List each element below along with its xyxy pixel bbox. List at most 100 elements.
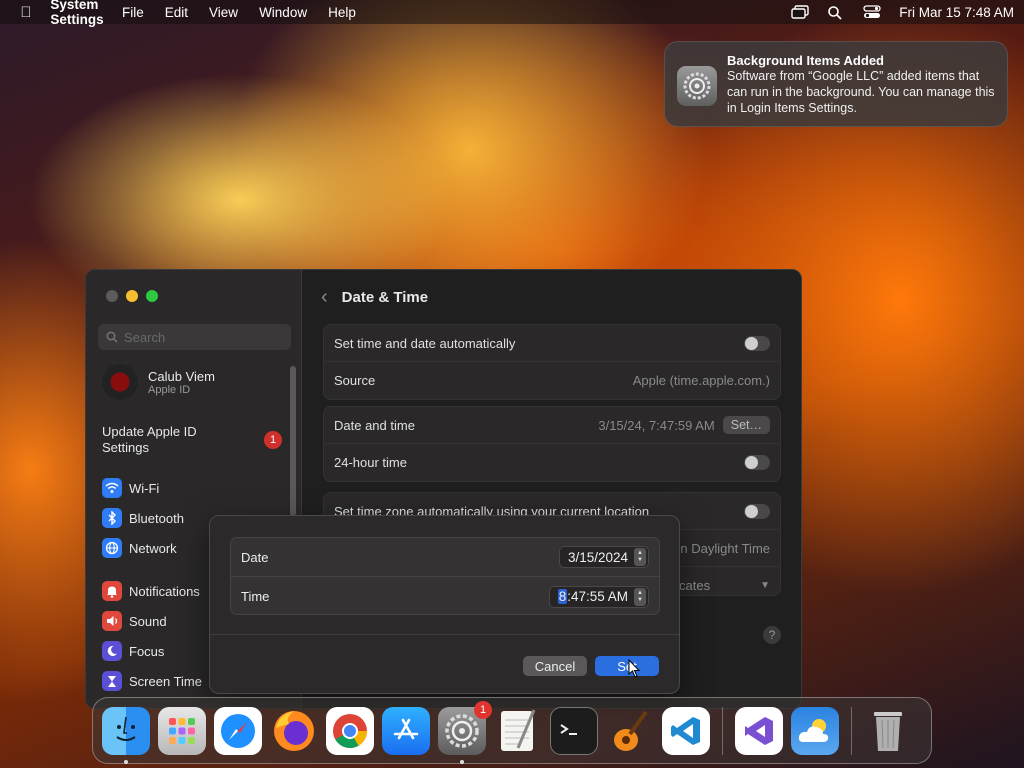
date-time-label: Date and time xyxy=(334,417,415,433)
back-chevron-icon[interactable]: ‹ xyxy=(321,286,328,309)
menu-clock[interactable]: Fri Mar 15 7:48 AM xyxy=(899,5,1014,20)
dock-trash[interactable] xyxy=(864,707,912,755)
sidebar-scrollbar[interactable] xyxy=(290,366,296,516)
time-row: Time 8 :47:55 AM ▲ ▼ xyxy=(231,577,659,616)
bell-icon xyxy=(102,581,122,601)
date-time-row: Date and time 3/15/24, 7:47:59 AM Set… xyxy=(324,407,780,444)
page-title: Date & Time xyxy=(341,288,429,306)
dock-system-settings[interactable]: 1 xyxy=(438,700,492,764)
time-hour-field[interactable]: 8 xyxy=(557,589,568,604)
notification-banner[interactable]: Background Items Added Software from “Go… xyxy=(664,41,1008,127)
sidebar-item-label: Focus xyxy=(129,643,165,659)
dock-garageband[interactable] xyxy=(606,707,654,755)
date-stepper[interactable]: 3/15/2024 ▲ ▼ xyxy=(558,546,649,568)
menu-help[interactable]: Help xyxy=(328,5,356,20)
sidebar-item-sound[interactable]: Sound xyxy=(102,611,167,631)
dock-firefox[interactable] xyxy=(270,707,318,755)
date-label: Date xyxy=(241,549,269,565)
minimize-button[interactable] xyxy=(126,290,138,302)
date-value[interactable]: 3/15/2024 xyxy=(568,550,628,565)
dock-chrome[interactable] xyxy=(326,706,374,755)
dock-terminal[interactable] xyxy=(550,706,598,755)
sidebar-item-label: Network xyxy=(129,540,177,556)
hour24-toggle[interactable] xyxy=(744,455,770,470)
sidebar-item-wifi[interactable]: Wi-Fi xyxy=(102,478,159,498)
system-settings-gear-icon xyxy=(677,66,717,106)
textedit-icon xyxy=(501,708,536,751)
chevron-down-icon[interactable]: ▼ xyxy=(760,580,770,591)
dock-vscode[interactable] xyxy=(662,706,710,755)
close-button[interactable] xyxy=(106,290,118,302)
stepper-arrows-icon[interactable]: ▲ ▼ xyxy=(634,548,646,566)
tz-partial-city[interactable]: cates xyxy=(679,578,710,593)
dock-visual-studio[interactable] xyxy=(735,706,783,755)
menu-window[interactable]: Window xyxy=(259,5,307,20)
vscode-icon xyxy=(671,716,700,745)
set-auto-toggle[interactable] xyxy=(744,335,770,351)
set-auto-row: Set time and date automatically xyxy=(324,325,780,362)
search-icon xyxy=(106,331,118,343)
dock-launchpad[interactable] xyxy=(158,706,206,755)
time-rest-field[interactable]: :47:55 AM xyxy=(567,589,628,604)
running-indicator xyxy=(460,759,464,764)
sidebar-item-label: Wi-Fi xyxy=(129,480,160,496)
hour24-label: 24-hour time xyxy=(334,455,407,470)
set-date-time-dialog: Date 3/15/2024 ▲ ▼ Time 8 :47:55 AM ▲ ▼ Ca… xyxy=(209,515,680,694)
date-time-value: 3/15/24, 7:47:59 AM xyxy=(598,417,715,433)
dock-divider xyxy=(722,706,723,755)
dock-app-store[interactable] xyxy=(382,706,430,755)
source-value[interactable]: Apple (time.apple.com.) xyxy=(633,373,770,388)
sidebar-item-label: Notifications xyxy=(129,583,200,599)
source-row: Source Apple (time.apple.com.) xyxy=(324,362,780,399)
notification-title: Background Items Added xyxy=(727,53,884,68)
speaker-icon xyxy=(102,611,122,631)
account-name: Calub Viem xyxy=(148,368,215,384)
finder-icon xyxy=(116,716,136,741)
running-indicator xyxy=(124,759,128,764)
menu-view[interactable]: View xyxy=(209,5,238,20)
tz-auto-toggle[interactable] xyxy=(744,503,770,519)
globe-icon xyxy=(102,538,122,558)
dock-finder[interactable] xyxy=(102,706,150,764)
dock-weather[interactable] xyxy=(791,706,839,755)
sidebar-item-screen-time[interactable]: Screen Time xyxy=(102,671,202,691)
gear-icon xyxy=(445,713,479,748)
guitar-icon xyxy=(614,710,648,751)
menu-edit[interactable]: Edit xyxy=(165,5,188,20)
date-row: Date 3/15/2024 ▲ ▼ xyxy=(231,538,659,577)
menu-bar:  System Settings File Edit View Window … xyxy=(0,0,1024,27)
moon-icon xyxy=(102,641,122,661)
spotlight-search-icon[interactable] xyxy=(827,5,845,20)
hour24-row: 24-hour time xyxy=(324,444,780,481)
sidebar-item-notifications[interactable]: Notifications xyxy=(102,581,200,601)
apple-id-account[interactable]: Calub Viem Apple ID xyxy=(102,364,215,400)
dock-safari[interactable] xyxy=(214,706,262,755)
sidebar-item-network[interactable]: Network xyxy=(102,538,177,558)
cancel-button[interactable]: Cancel xyxy=(523,656,587,676)
screen-mirroring-icon[interactable] xyxy=(791,5,809,19)
update-apple-id-item[interactable]: Update Apple ID Settings 1 xyxy=(102,424,282,456)
wifi-icon xyxy=(102,478,122,498)
update-label: Update Apple ID Settings xyxy=(102,424,197,455)
search-input[interactable] xyxy=(124,329,274,345)
menu-file[interactable]: File xyxy=(122,5,144,20)
time-label: Time xyxy=(241,589,270,604)
stepper-arrows-icon[interactable]: ▲ ▼ xyxy=(634,587,646,606)
menu-app-name[interactable]: System Settings xyxy=(50,0,103,36)
sidebar-item-focus[interactable]: Focus xyxy=(102,641,164,661)
tz-partial-value: n Daylight Time xyxy=(680,540,770,556)
apple-menu-icon[interactable]:  xyxy=(18,4,34,21)
set-date-time-button[interactable]: Set… xyxy=(722,416,770,434)
main-header: ‹ Date & Time xyxy=(303,270,801,324)
sidebar-item-label: Bluetooth xyxy=(129,510,184,526)
search-field[interactable] xyxy=(98,324,291,350)
sidebar-item-bluetooth[interactable]: Bluetooth xyxy=(102,508,184,528)
dock-textedit[interactable] xyxy=(494,707,542,755)
time-stepper[interactable]: 8 :47:55 AM ▲ ▼ xyxy=(548,585,649,608)
help-button[interactable]: ? xyxy=(763,626,781,644)
dock-divider xyxy=(851,706,852,755)
control-center-icon[interactable] xyxy=(863,5,881,19)
zoom-button[interactable] xyxy=(146,290,158,302)
dialog-divider xyxy=(210,634,679,635)
date-time-group: Date and time 3/15/24, 7:47:59 AM Set… 2… xyxy=(323,406,781,482)
